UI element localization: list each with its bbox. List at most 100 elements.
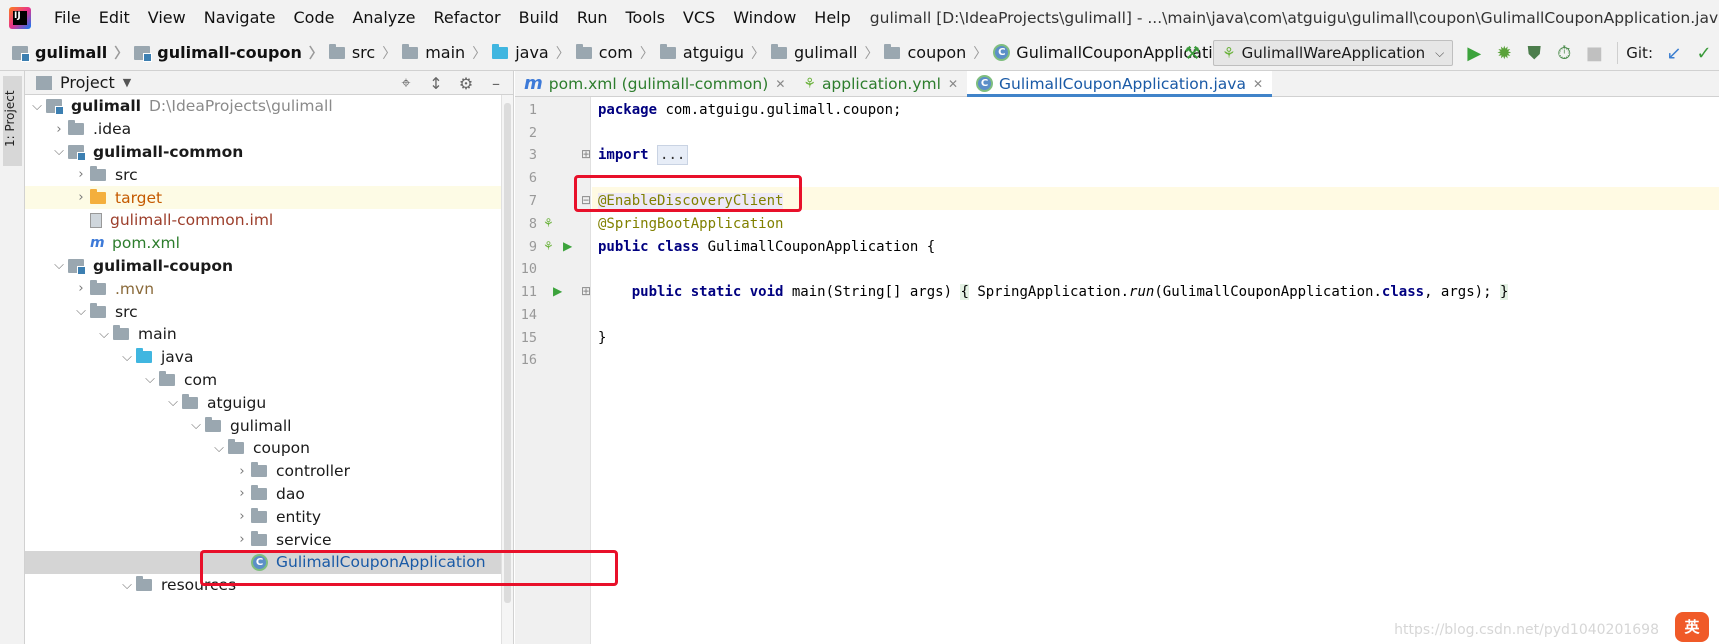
chevron-down-icon[interactable]: ⌵ bbox=[72, 304, 90, 319]
line-number: 14 bbox=[520, 307, 537, 323]
line-number: 9 bbox=[528, 239, 537, 255]
tree-item-target[interactable]: › target bbox=[25, 186, 513, 209]
chevron-down-icon[interactable]: ⌵ bbox=[95, 327, 113, 342]
run-gutter-icon[interactable]: ▶ bbox=[553, 284, 562, 298]
breadcrumb-gulimall[interactable]: gulimall 〉 bbox=[12, 43, 134, 63]
tree-item-coupon-src[interactable]: ⌵ src bbox=[25, 300, 513, 323]
menu-build[interactable]: Build bbox=[510, 8, 568, 27]
chevron-down-icon[interactable]: ⌵ bbox=[50, 258, 68, 273]
breadcrumb-src[interactable]: src 〉 bbox=[328, 43, 402, 63]
tree-item-gulimall[interactable]: ⌵ gulimall D:\IdeaProjects\gulimall bbox=[25, 95, 513, 118]
profile-icon[interactable]: ⏱ bbox=[1549, 38, 1579, 68]
chevron-down-icon[interactable]: ⌵ bbox=[118, 578, 136, 593]
spring-bean-icon[interactable]: ⚘ bbox=[543, 239, 554, 253]
chevron-down-icon[interactable]: ⌵ bbox=[141, 372, 159, 387]
tree-item-idea[interactable]: › .idea bbox=[25, 118, 513, 141]
menu-file[interactable]: File bbox=[45, 8, 90, 27]
tree-item-java[interactable]: ⌵ java bbox=[25, 346, 513, 369]
stop-icon[interactable]: ■ bbox=[1579, 38, 1609, 68]
project-tool-tab[interactable]: 1: Project bbox=[3, 76, 22, 166]
chevron-down-icon[interactable]: ▼ bbox=[123, 76, 131, 89]
fold-icon[interactable]: ⊞ bbox=[581, 284, 591, 298]
menu-vcs[interactable]: VCS bbox=[674, 8, 724, 27]
tree-item-mvn[interactable]: › .mvn bbox=[25, 277, 513, 300]
tree-item-common-src[interactable]: › src bbox=[25, 163, 513, 186]
run-icon[interactable]: ▶ bbox=[1459, 38, 1489, 68]
intellij-logo-icon: IJ bbox=[9, 6, 31, 29]
chevron-right-icon[interactable]: › bbox=[72, 281, 90, 296]
breadcrumb-atguigu[interactable]: atguigu 〉 bbox=[659, 43, 771, 63]
run-config-select[interactable]: ⚘ GulimallWareApplication ⌵ bbox=[1213, 40, 1454, 66]
close-icon[interactable]: ✕ bbox=[775, 77, 785, 91]
chevron-right-icon[interactable]: › bbox=[233, 486, 251, 501]
chevron-down-icon[interactable]: ⌵ bbox=[187, 418, 205, 433]
gear-icon[interactable]: ⚙ bbox=[451, 74, 481, 93]
menu-view[interactable]: View bbox=[139, 8, 195, 27]
tab-pom-xml[interactable]: m pom.xml (gulimall-common) ✕ bbox=[515, 71, 794, 96]
tree-item-gulimall-pkg[interactable]: ⌵ gulimall bbox=[25, 414, 513, 437]
breadcrumb-com[interactable]: com 〉 bbox=[575, 43, 660, 63]
tab-gulimall-coupon-application[interactable]: C GulimallCouponApplication.java ✕ bbox=[967, 71, 1273, 97]
run-gutter-icon[interactable]: ▶ bbox=[563, 239, 572, 253]
menu-edit[interactable]: Edit bbox=[90, 8, 139, 27]
chevron-down-icon[interactable]: ⌵ bbox=[28, 99, 46, 114]
tree-item-entity[interactable]: › entity bbox=[25, 505, 513, 528]
close-icon[interactable]: ✕ bbox=[948, 77, 958, 91]
chevron-right-icon[interactable]: › bbox=[233, 509, 251, 524]
menu-help[interactable]: Help bbox=[805, 8, 859, 27]
breadcrumb-coupon[interactable]: coupon 〉 bbox=[884, 43, 993, 63]
menu-bar: IJ File Edit View Navigate Code Analyze … bbox=[0, 0, 1719, 35]
collapse-all-icon[interactable]: ↕ bbox=[421, 74, 451, 93]
breadcrumb-java[interactable]: java 〉 bbox=[492, 43, 576, 63]
close-icon[interactable]: ✕ bbox=[1253, 77, 1263, 91]
tree-item-common-iml[interactable]: gulimall-common.iml bbox=[25, 209, 513, 232]
breadcrumb-main[interactable]: main 〉 bbox=[402, 43, 492, 63]
tree-label: gulimall-coupon bbox=[93, 256, 234, 275]
tree-item-main[interactable]: ⌵ main bbox=[25, 323, 513, 346]
scrollbar-thumb[interactable] bbox=[504, 103, 511, 603]
folder-icon bbox=[113, 325, 129, 341]
chevron-down-icon[interactable]: ⌵ bbox=[118, 350, 136, 365]
tree-item-gulimall-coupon[interactable]: ⌵ gulimall-coupon bbox=[25, 255, 513, 278]
tab-application-yml[interactable]: ⚘ application.yml ✕ bbox=[794, 71, 967, 96]
tree-item-common-pom[interactable]: m pom.xml bbox=[25, 232, 513, 255]
folded-imports[interactable]: ... bbox=[657, 145, 689, 165]
menu-run[interactable]: Run bbox=[568, 8, 617, 27]
coverage-icon[interactable]: ⛊ bbox=[1519, 38, 1549, 68]
ime-badge-icon[interactable]: 英 bbox=[1675, 612, 1709, 642]
tree-item-service[interactable]: › service bbox=[25, 528, 513, 551]
tree-item-com[interactable]: ⌵ com bbox=[25, 369, 513, 392]
tree-item-dao[interactable]: › dao bbox=[25, 483, 513, 506]
menu-window[interactable]: Window bbox=[724, 8, 805, 27]
breadcrumb-gulimall-pkg[interactable]: gulimall 〉 bbox=[771, 43, 884, 63]
chevron-right-icon[interactable]: › bbox=[233, 532, 251, 547]
package-icon bbox=[659, 43, 676, 59]
project-view-selector[interactable]: Project bbox=[60, 73, 115, 92]
menu-code[interactable]: Code bbox=[285, 8, 344, 27]
git-commit-icon[interactable]: ✓ bbox=[1689, 38, 1719, 68]
git-update-icon[interactable]: ↙ bbox=[1659, 38, 1689, 68]
chevron-down-icon[interactable]: ⌵ bbox=[210, 441, 228, 456]
chevron-right-icon[interactable]: › bbox=[72, 190, 90, 205]
spring-bean-icon[interactable]: ⚘ bbox=[543, 216, 554, 230]
chevron-right-icon[interactable]: › bbox=[50, 122, 68, 137]
menu-analyze[interactable]: Analyze bbox=[343, 8, 424, 27]
breadcrumb-gulimall-coupon[interactable]: gulimall-coupon 〉 bbox=[134, 43, 329, 63]
chevron-right-icon: 〉 bbox=[382, 45, 397, 62]
tree-item-gulimall-common[interactable]: ⌵ gulimall-common bbox=[25, 141, 513, 164]
minimize-icon[interactable]: – bbox=[481, 74, 511, 93]
tree-item-controller[interactable]: › controller bbox=[25, 460, 513, 483]
tree-item-coupon[interactable]: ⌵ coupon bbox=[25, 437, 513, 460]
tree-item-atguigu[interactable]: ⌵ atguigu bbox=[25, 391, 513, 414]
debug-icon[interactable]: ✹ bbox=[1489, 38, 1519, 68]
menu-refactor[interactable]: Refactor bbox=[425, 8, 510, 27]
chevron-down-icon[interactable]: ⌵ bbox=[164, 395, 182, 410]
menu-navigate[interactable]: Navigate bbox=[195, 8, 285, 27]
locate-icon[interactable]: ⌖ bbox=[391, 73, 421, 93]
build-hammer-icon[interactable]: ⚒ bbox=[1177, 38, 1207, 68]
fold-icon[interactable]: ⊞ bbox=[581, 147, 591, 161]
chevron-right-icon[interactable]: › bbox=[233, 464, 251, 479]
chevron-down-icon[interactable]: ⌵ bbox=[50, 144, 68, 159]
chevron-right-icon[interactable]: › bbox=[72, 167, 90, 182]
menu-tools[interactable]: Tools bbox=[617, 8, 674, 27]
